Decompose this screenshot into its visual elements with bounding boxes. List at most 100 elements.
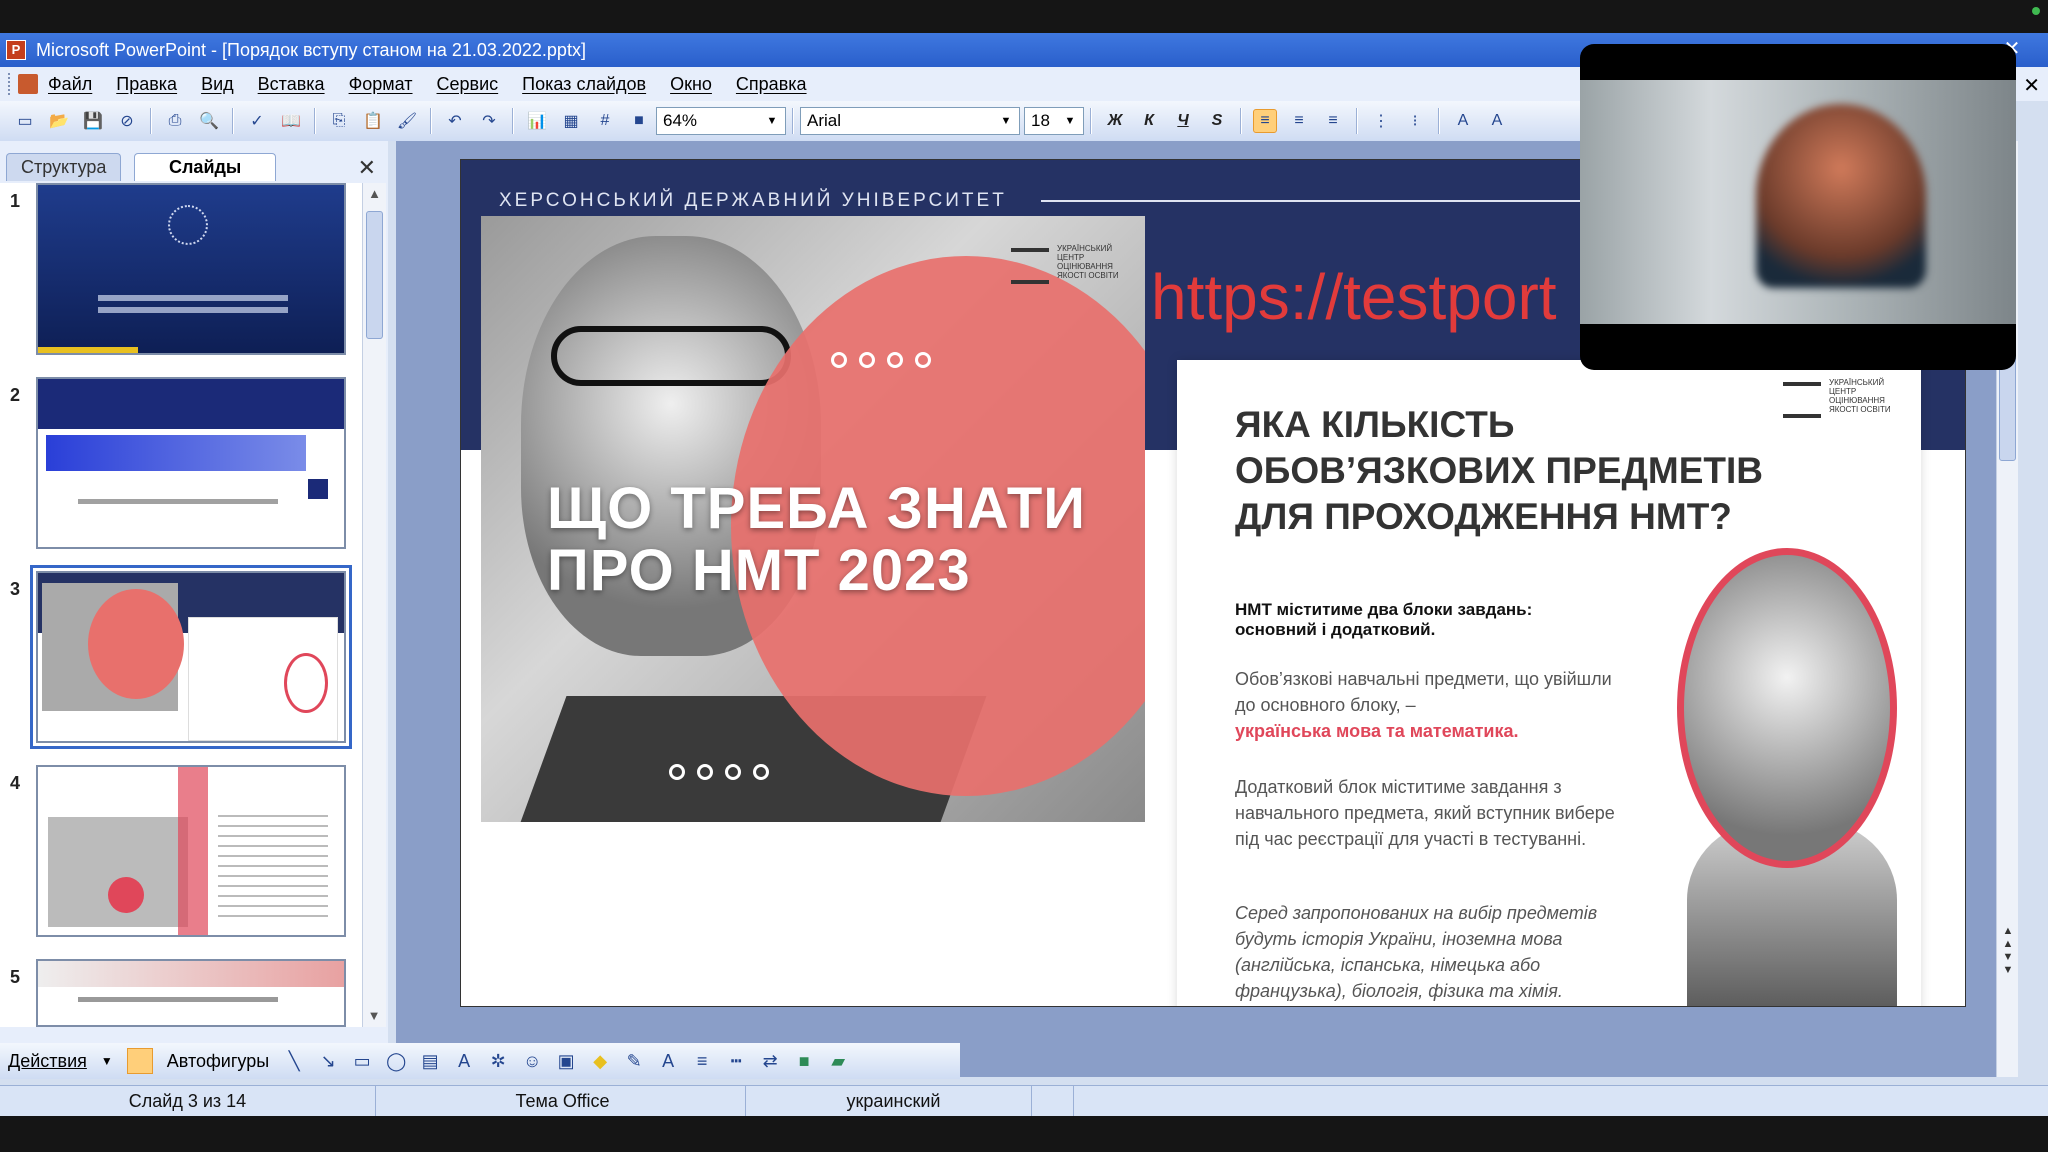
video-call-overlay[interactable] [1580, 44, 2016, 370]
oval-icon[interactable]: ◯ [385, 1050, 407, 1072]
thumbnail-row[interactable]: 1 [0, 183, 372, 363]
arrow-icon[interactable]: ↘ [317, 1050, 339, 1072]
align-right-icon[interactable]: ≡ [1321, 109, 1345, 133]
print-icon[interactable]: ⎙ [163, 109, 187, 133]
thumbnail-row[interactable]: 3 [0, 565, 372, 751]
research-icon[interactable]: 📖 [279, 109, 303, 133]
shadow-style-icon[interactable]: ■ [793, 1050, 815, 1072]
slide-thumbnail-1[interactable] [36, 183, 346, 355]
actions-menu[interactable]: Действия [8, 1051, 87, 1072]
ucoz-logo: УКРАЇНСЬКИЙ ЦЕНТР ОЦІНЮВАННЯ ЯКОСТІ ОСВІ… [1783, 378, 1893, 418]
tab-slides[interactable]: Слайды [134, 153, 277, 181]
insert-table-icon[interactable]: ▦ [559, 109, 583, 133]
picture-icon[interactable]: ▣ [555, 1050, 577, 1072]
menu-edit[interactable]: Правка [116, 74, 177, 95]
close-pane-icon[interactable]: ✕ [358, 155, 376, 181]
menu-help[interactable]: Справка [736, 74, 807, 95]
menu-view[interactable]: Вид [201, 74, 234, 95]
prev-next-slide-buttons[interactable]: ▲ ▲ ▼ ▼ [1997, 925, 2019, 977]
panel-text-blocks: НМТ міститиме два блоки завдань: основни… [1235, 600, 1533, 639]
print-preview-icon[interactable]: 🔍 [197, 109, 221, 133]
thumb-text-line [78, 997, 278, 1002]
scroll-down-icon[interactable]: ▼ [363, 1005, 385, 1027]
italic-button[interactable]: К [1137, 109, 1161, 133]
open-icon[interactable]: 📂 [47, 109, 71, 133]
numbering-icon[interactable]: ⋮ [1369, 109, 1393, 133]
decrease-font-icon[interactable]: A [1485, 109, 1509, 133]
thumb-text-line [98, 307, 288, 313]
tab-outline[interactable]: Структура [6, 153, 122, 181]
slide-thumbnail-2[interactable] [36, 377, 346, 549]
thumbnails-scrollbar[interactable]: ▲ ▼ [362, 183, 386, 1027]
wordart-icon[interactable]: A [453, 1050, 475, 1072]
line-color-icon[interactable]: ✎ [623, 1050, 645, 1072]
line-style-icon[interactable]: ≡ [691, 1050, 713, 1072]
shadow-button[interactable]: S [1205, 109, 1229, 133]
thumb-banner [46, 435, 306, 471]
hero-image[interactable]: УКРАЇНСЬКИЙ ЦЕНТР ОЦІНЮВАННЯ ЯКОСТІ ОСВІ… [481, 216, 1145, 822]
underline-button[interactable]: Ч [1171, 109, 1195, 133]
insert-chart-icon[interactable]: 📊 [525, 109, 549, 133]
align-left-icon[interactable]: ≡ [1253, 109, 1277, 133]
grid-icon[interactable]: # [593, 109, 617, 133]
permission-icon[interactable]: ⊘ [115, 109, 139, 133]
menu-window[interactable]: Окно [670, 74, 712, 95]
scroll-up-icon[interactable]: ▲ [363, 183, 386, 205]
menu-file[interactable]: Файл [48, 74, 92, 95]
thumbnail-row[interactable]: 5 [0, 959, 372, 1027]
thumbnail-row[interactable]: 4 [0, 765, 372, 945]
menu-tools[interactable]: Сервис [437, 74, 499, 95]
slide-thumbnail-4[interactable] [36, 765, 346, 937]
menu-slideshow[interactable]: Показ слайдов [522, 74, 646, 95]
menu-format[interactable]: Формат [349, 74, 413, 95]
slide-thumbnail-3[interactable] [30, 565, 352, 749]
font-size-select[interactable]: 18 ▼ [1024, 107, 1084, 135]
info-panel[interactable]: УКРАЇНСЬКИЙ ЦЕНТР ОЦІНЮВАННЯ ЯКОСТІ ОСВІ… [1177, 360, 1921, 1006]
autoshapes-menu[interactable]: Автофигуры [167, 1051, 269, 1072]
spelling-icon[interactable]: ✓ [245, 109, 269, 133]
increase-font-icon[interactable]: A [1451, 109, 1475, 133]
align-center-icon[interactable]: ≡ [1287, 109, 1311, 133]
line-icon[interactable]: ╲ [283, 1050, 305, 1072]
thumb-stripe [178, 767, 208, 935]
powerpoint-app-icon[interactable]: P [6, 40, 26, 60]
document-icon[interactable] [18, 74, 38, 94]
menu-insert[interactable]: Вставка [258, 74, 325, 95]
bullets-icon[interactable]: ⁝ [1403, 109, 1427, 133]
copy-icon[interactable]: ⎘ [327, 109, 351, 133]
thumbnail-row[interactable]: 2 [0, 377, 372, 557]
font-color-icon[interactable]: A [657, 1050, 679, 1072]
textbox-icon[interactable]: ▤ [419, 1050, 441, 1072]
dash-style-icon[interactable]: ┅ [725, 1050, 747, 1072]
3d-style-icon[interactable]: ▰ [827, 1050, 849, 1072]
status-cell [1034, 1086, 1074, 1116]
rectangle-icon[interactable]: ▭ [351, 1050, 373, 1072]
close-document-icon[interactable]: ✕ [2023, 73, 2040, 98]
separator [512, 108, 514, 134]
language-indicator[interactable]: украинский [756, 1086, 1032, 1116]
new-icon[interactable]: ▭ [13, 109, 37, 133]
testportal-link[interactable]: https://testport [1151, 260, 1557, 334]
bold-button[interactable]: Ж [1103, 109, 1127, 133]
undo-icon[interactable]: ↶ [443, 109, 467, 133]
chevron-down-icon: ▼ [766, 115, 778, 127]
thumb-oval [284, 653, 328, 713]
color-icon[interactable]: ■ [627, 109, 651, 133]
theme-name: Тема Office [380, 1086, 746, 1116]
diagram-icon[interactable]: ✲ [487, 1050, 509, 1072]
slide-thumbnail-5[interactable] [36, 959, 346, 1027]
fill-color-icon[interactable]: ◆ [589, 1050, 611, 1072]
arrow-style-icon[interactable]: ⇄ [759, 1050, 781, 1072]
pane-tabs: Структура Слайды ✕ [0, 147, 388, 181]
save-icon[interactable]: 💾 [81, 109, 105, 133]
zoom-select[interactable]: 64% ▼ [656, 107, 786, 135]
select-pointer-icon[interactable] [126, 1048, 153, 1074]
scrollbar-thumb[interactable] [366, 211, 383, 339]
redo-icon[interactable]: ↷ [477, 109, 501, 133]
chevron-down-icon: ▼ [1000, 115, 1012, 127]
chevron-down-icon[interactable]: ▼ [101, 1054, 113, 1068]
format-painter-icon[interactable]: 🖌 [395, 109, 419, 133]
clipart-icon[interactable]: ☺ [521, 1050, 543, 1072]
paste-icon[interactable]: 📋 [361, 109, 385, 133]
font-select[interactable]: Arial ▼ [800, 107, 1020, 135]
